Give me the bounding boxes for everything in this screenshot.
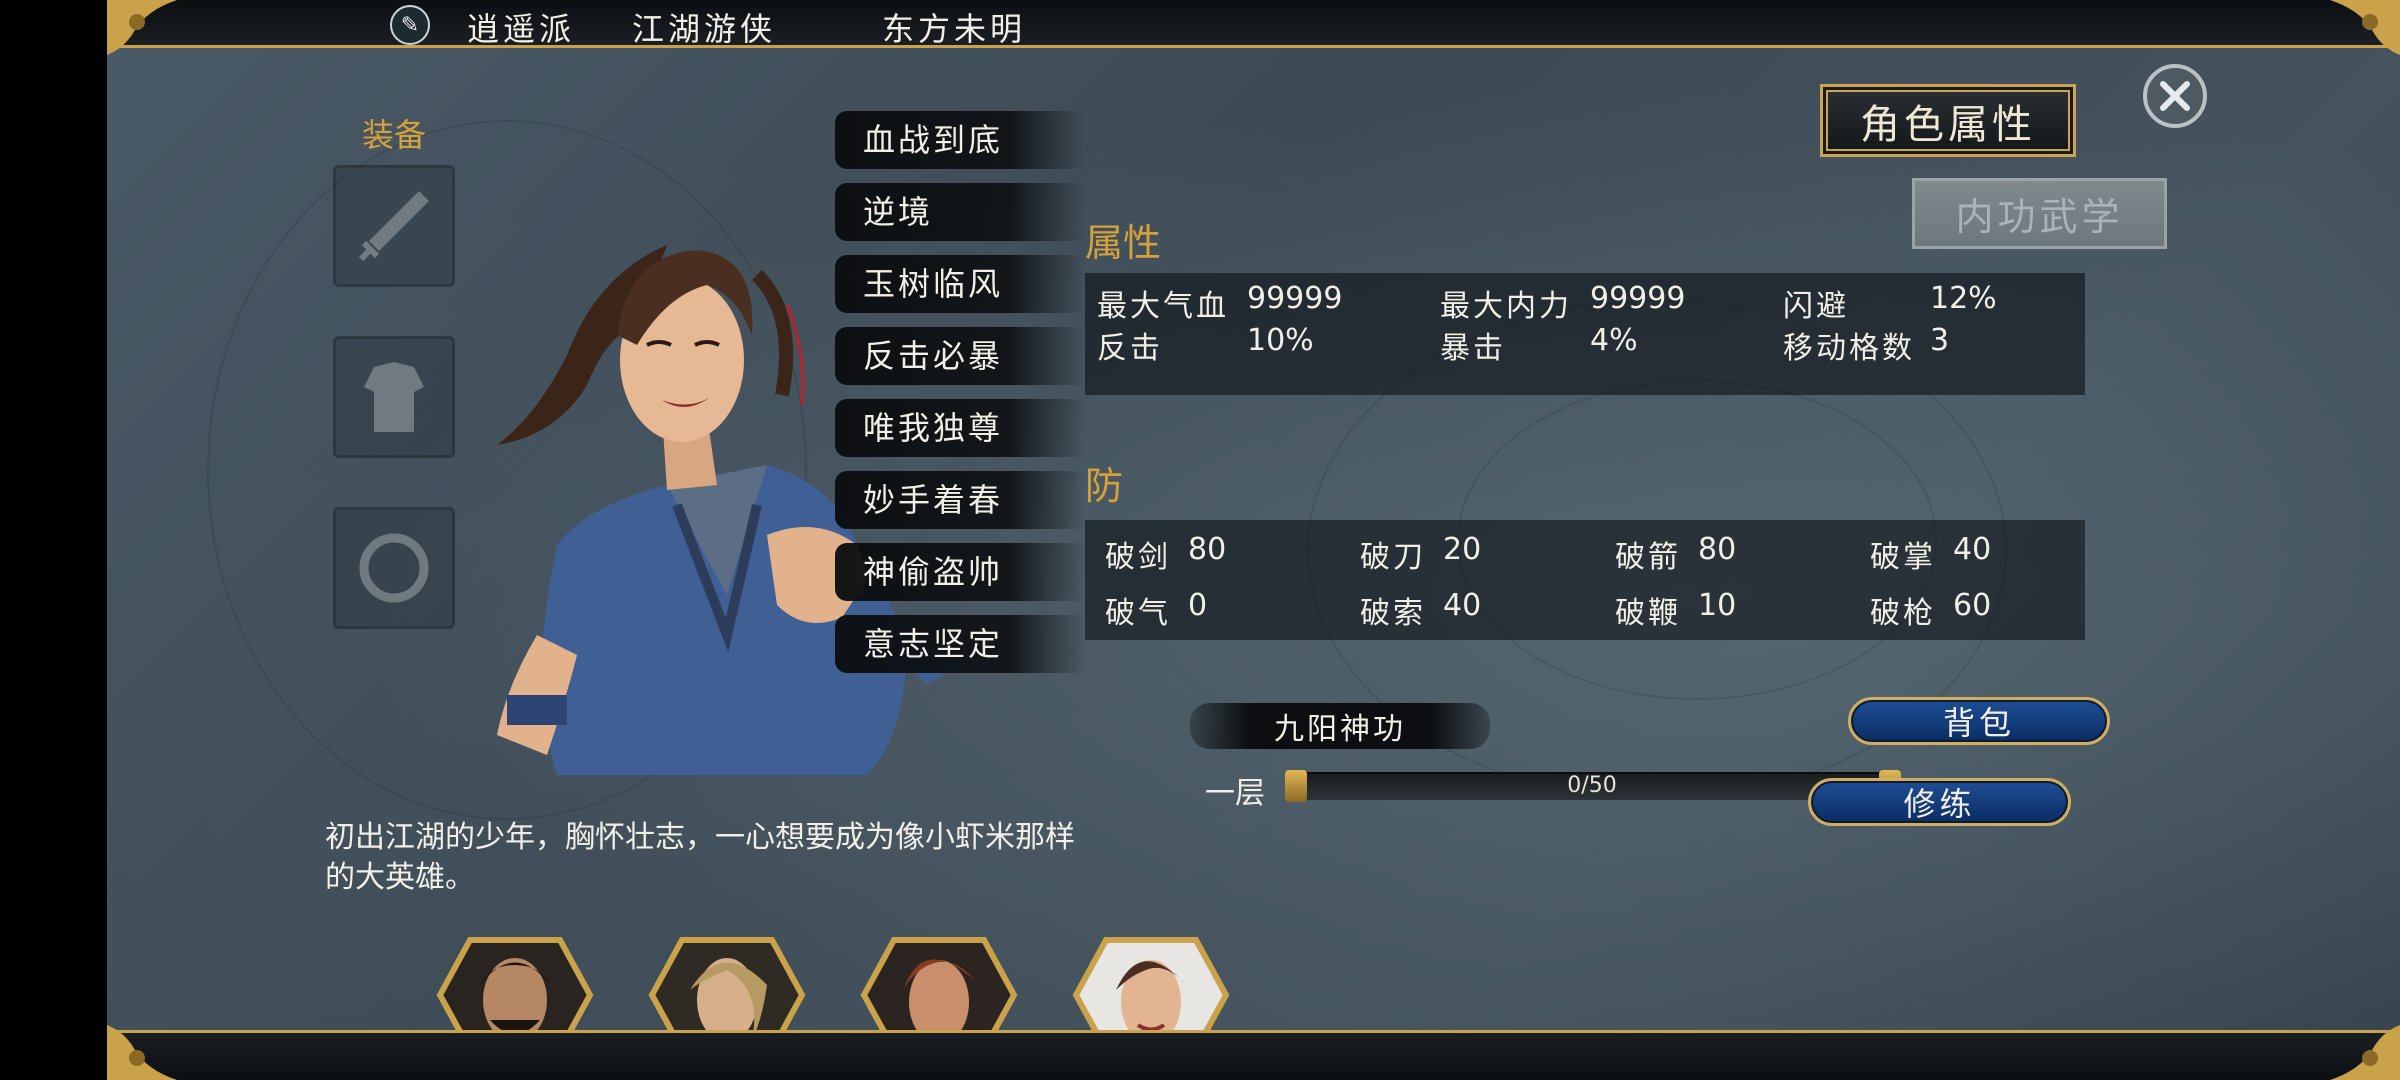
- stat-value: 80: [1188, 532, 1227, 567]
- tab-inner-martial-arts[interactable]: 内功武学: [1912, 178, 2167, 249]
- close-icon: [2160, 81, 2190, 111]
- stat-value: 0: [1188, 588, 1208, 623]
- stat-label: 破掌: [1870, 540, 1936, 575]
- corner-ornament: [107, 1025, 177, 1080]
- stat-value: 20: [1443, 532, 1482, 567]
- role-title: 江湖游侠: [632, 10, 777, 48]
- trait-item[interactable]: 血战到底: [835, 111, 1085, 169]
- stat-value: 60: [1953, 588, 1992, 623]
- stat-label: 暴击: [1440, 331, 1506, 366]
- stat-label: 破箭: [1615, 540, 1681, 575]
- trait-item[interactable]: 反击必暴: [835, 327, 1085, 385]
- stat-value: 40: [1443, 588, 1482, 623]
- trait-item[interactable]: 神偷盗帅: [835, 543, 1085, 601]
- skill-progress-text: 0/50: [1567, 773, 1617, 798]
- top-bar: ✎ 逍遥派 江湖游侠 东方未明: [107, 0, 2400, 48]
- character-bio: 初出江湖的少年，胸怀壮志，一心想要成为像小虾米那样的大英雄。: [325, 820, 1075, 895]
- stat-label: 最大气血: [1097, 289, 1229, 324]
- stat-value: 3: [1930, 323, 1950, 358]
- stat-label: 破气: [1105, 596, 1171, 631]
- bag-button[interactable]: 背包: [1848, 697, 2110, 745]
- equipment-title: 装备: [362, 116, 427, 154]
- stat-label: 破鞭: [1615, 596, 1681, 631]
- stat-value: 10: [1698, 588, 1737, 623]
- stat-label: 破枪: [1870, 596, 1936, 631]
- defense-title: 防: [1085, 464, 1124, 508]
- train-button[interactable]: 修练: [1808, 778, 2071, 826]
- attributes-title: 属性: [1085, 221, 1162, 265]
- defense-panel: 破剑 80 破刀 20 破箭 80 破掌 40 破气 0 破索 40 破鞭 10…: [1085, 520, 2085, 640]
- trait-item[interactable]: 逆境: [835, 183, 1085, 241]
- stat-label: 反击: [1097, 331, 1163, 366]
- attributes-panel: 最大气血 99999 最大内力 99999 闪避 12% 反击 10% 暴击 4…: [1085, 273, 2085, 395]
- tab-character-attributes[interactable]: 角色属性: [1820, 84, 2076, 157]
- stat-value: 12%: [1930, 281, 1997, 316]
- brush-emblem-icon: ✎: [390, 5, 430, 45]
- character-name: 东方未明: [882, 10, 1027, 48]
- close-button[interactable]: [2143, 64, 2207, 128]
- stat-label: 最大内力: [1440, 289, 1572, 324]
- corner-ornament: [2330, 0, 2400, 55]
- stat-label: 破剑: [1105, 540, 1171, 575]
- stat-label: 移动格数: [1783, 331, 1915, 366]
- skill-name[interactable]: 九阳神功: [1190, 703, 1490, 749]
- corner-ornament: [107, 0, 177, 55]
- skill-level: 一层: [1205, 776, 1265, 811]
- character-screen: ✎ 逍遥派 江湖游侠 东方未明 装备 血战到底 逆境 玉树临风 反击必暴 唯我独…: [107, 0, 2400, 1080]
- stat-value: 40: [1953, 532, 1992, 567]
- trait-item[interactable]: 意志坚定: [835, 615, 1085, 673]
- stat-value: 80: [1698, 532, 1737, 567]
- trait-item[interactable]: 玉树临风: [835, 255, 1085, 313]
- stat-value: 4%: [1590, 323, 1638, 358]
- corner-ornament: [2330, 1025, 2400, 1080]
- trait-item[interactable]: 妙手着春: [835, 471, 1085, 529]
- stat-label: 破索: [1360, 596, 1426, 631]
- stat-value: 10%: [1247, 323, 1314, 358]
- stat-value: 99999: [1247, 281, 1343, 316]
- stat-value: 99999: [1590, 281, 1686, 316]
- bottom-bar: [107, 1030, 2400, 1080]
- trait-item[interactable]: 唯我独尊: [835, 399, 1085, 457]
- sect-name: 逍遥派: [467, 10, 576, 48]
- stat-label: 闪避: [1783, 289, 1849, 324]
- stat-label: 破刀: [1360, 540, 1426, 575]
